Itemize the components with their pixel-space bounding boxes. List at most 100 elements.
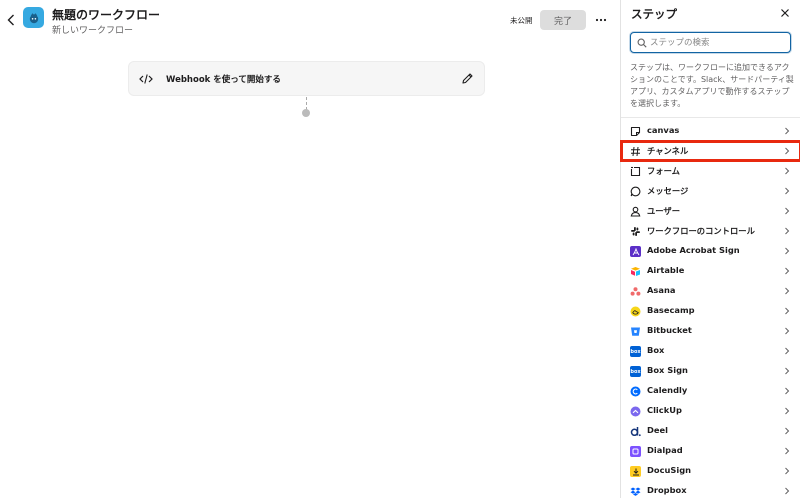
step-item-user[interactable]: ユーザー	[621, 201, 800, 221]
step-item-airtable[interactable]: Airtable	[621, 261, 800, 281]
publish-status-label: 未公開	[510, 16, 533, 25]
step-item-label: Box	[647, 345, 665, 355]
clickup-icon	[630, 406, 641, 417]
step-item-label: Deel	[647, 425, 668, 435]
chevron-right-icon	[785, 307, 790, 315]
chevron-right-icon	[785, 487, 790, 495]
workflow-icon	[23, 7, 44, 28]
step-item-adobe-acrobat-sign[interactable]: Adobe Acrobat Sign	[621, 241, 800, 261]
step-item-deel[interactable]: Deel	[621, 421, 800, 441]
step-item-label: Basecamp	[647, 305, 695, 315]
chevron-right-icon	[785, 447, 790, 455]
step-item-calendly[interactable]: Calendly	[621, 381, 800, 401]
step-item-label: Box Sign	[647, 365, 688, 375]
chevron-right-icon	[785, 227, 790, 235]
step-item-label: ユーザー	[647, 206, 681, 216]
workflow-subtitle: 新しいワークフロー	[52, 26, 134, 36]
step-item-label: Dropbox	[647, 485, 687, 495]
step-item-label: Adobe Acrobat Sign	[647, 245, 740, 255]
chevron-right-icon	[785, 387, 790, 395]
step-item-form[interactable]: フォーム	[621, 161, 800, 181]
step-item-bitbucket[interactable]: Bitbucket	[621, 321, 800, 341]
chevron-right-icon	[785, 287, 790, 295]
message-icon	[630, 186, 641, 197]
airtable-icon	[630, 266, 641, 277]
chevron-right-icon	[785, 267, 790, 275]
code-icon	[139, 74, 153, 84]
chevron-right-icon	[785, 467, 790, 475]
step-item-box[interactable]: box Box	[621, 341, 800, 361]
step-item-label: チャンネル	[647, 146, 689, 156]
step-item-label: メッセージ	[647, 186, 689, 196]
pencil-icon[interactable]	[461, 72, 474, 85]
trigger-step-card[interactable]: Webhook を使って開始する	[128, 61, 485, 96]
slack-icon	[630, 226, 641, 237]
step-item-docusign[interactable]: DocuSign	[621, 461, 800, 481]
workflow-canvas: 無題のワークフロー 新しいワークフロー 未公開 完了 Webhook を使って開…	[0, 0, 620, 498]
divider	[621, 117, 800, 118]
workflow-title[interactable]: 無題のワークフロー	[52, 6, 160, 23]
step-item-label: Dialpad	[647, 445, 683, 455]
chevron-right-icon	[785, 127, 790, 135]
step-item-dialpad[interactable]: Dialpad	[621, 441, 800, 461]
deel-icon	[630, 426, 641, 437]
chevron-right-icon	[785, 347, 790, 355]
dropbox-icon	[630, 486, 641, 497]
close-icon	[781, 9, 789, 17]
add-step-node[interactable]	[302, 109, 310, 117]
step-search-input[interactable]	[650, 34, 788, 51]
calendly-icon	[630, 386, 641, 397]
form-icon	[630, 166, 641, 177]
step-list: canvas チャンネル フォーム メッセージ ユーザー ワークフローのコントロ…	[620, 121, 800, 498]
chevron-right-icon	[785, 187, 790, 195]
step-item-box-sign[interactable]: box Box Sign	[621, 361, 800, 381]
canvas-icon	[630, 126, 641, 137]
step-item-label: Bitbucket	[647, 325, 692, 335]
dialpad-icon	[630, 446, 641, 457]
chevron-right-icon	[785, 167, 790, 175]
step-item-channel[interactable]: チャンネル	[620, 140, 800, 162]
panel-description: ステップは、ワークフローに追加できるアクションのことです。Slack、サードパー…	[630, 63, 794, 108]
chevron-right-icon	[785, 407, 790, 415]
step-item-label: Airtable	[647, 265, 685, 275]
step-item-basecamp[interactable]: Basecamp	[621, 301, 800, 321]
chevron-right-icon	[785, 147, 790, 155]
search-icon	[637, 38, 647, 48]
more-options-button[interactable]	[592, 10, 610, 30]
chevron-right-icon	[785, 207, 790, 215]
panel-title: ステップ	[631, 7, 677, 21]
close-panel-button[interactable]	[778, 6, 792, 20]
chevron-left-icon	[7, 14, 14, 26]
workflow-builder: 無題のワークフロー 新しいワークフロー 未公開 完了 Webhook を使って開…	[0, 0, 800, 498]
bitbucket-icon	[630, 326, 641, 337]
chevron-right-icon	[785, 427, 790, 435]
step-item-label: ClickUp	[647, 405, 682, 415]
box-icon: box	[630, 346, 641, 357]
docusign-icon	[630, 466, 641, 477]
step-item-label: Calendly	[647, 385, 688, 395]
step-item-clickup[interactable]: ClickUp	[621, 401, 800, 421]
chevron-right-icon	[785, 327, 790, 335]
step-item-dropbox[interactable]: Dropbox	[621, 481, 800, 498]
step-item-workflow-control[interactable]: ワークフローのコントロール	[621, 221, 800, 241]
step-item-asana[interactable]: Asana	[621, 281, 800, 301]
step-item-message[interactable]: メッセージ	[621, 181, 800, 201]
step-item-label: ワークフローのコントロール	[647, 226, 755, 236]
step-search-box[interactable]	[630, 32, 791, 53]
step-item-label: Asana	[647, 285, 676, 295]
steps-panel: ステップ ステップは、ワークフローに追加できるアクションのことです。Slack、…	[620, 0, 800, 498]
back-button[interactable]	[4, 10, 18, 30]
step-item-label: DocuSign	[647, 465, 692, 475]
asana-icon	[630, 286, 641, 297]
hash-icon	[630, 146, 641, 157]
chevron-right-icon	[785, 247, 790, 255]
step-item-label: canvas	[647, 125, 680, 135]
trigger-step-label: Webhook を使って開始する	[166, 75, 281, 85]
step-item-label: フォーム	[647, 166, 680, 176]
done-button[interactable]: 完了	[540, 10, 586, 30]
ellipsis-icon	[595, 18, 607, 22]
box-sign-icon: box	[630, 366, 641, 377]
step-item-canvas[interactable]: canvas	[621, 121, 800, 141]
chevron-right-icon	[785, 367, 790, 375]
user-icon	[630, 206, 641, 217]
